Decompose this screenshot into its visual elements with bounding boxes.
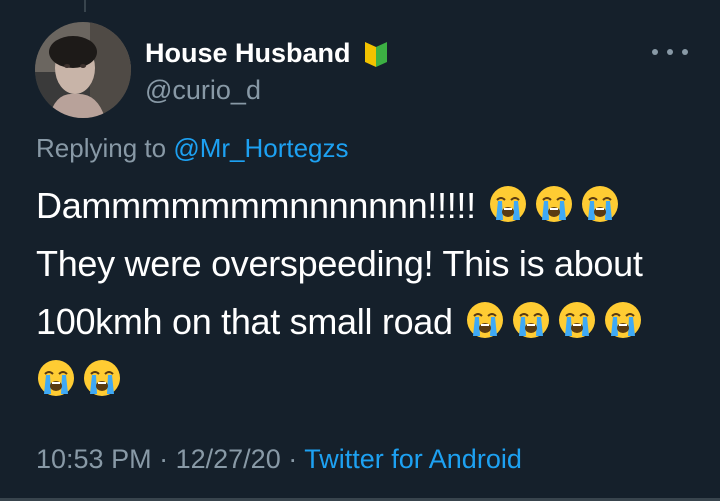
user-handle[interactable]: @curio_d: [145, 73, 261, 107]
tweet-text-line: 100kmh on that small road: [36, 293, 706, 351]
loudly-crying-face-icon: [580, 184, 620, 224]
meta-separator: ·: [159, 444, 169, 474]
loudly-crying-face-icon: [36, 358, 76, 398]
display-name[interactable]: House Husband: [145, 36, 351, 70]
replying-to-label: Replying to: [36, 133, 167, 163]
loudly-crying-face-icon: [534, 184, 574, 224]
user-name-row[interactable]: House Husband: [145, 36, 389, 70]
loudly-crying-face-icon: [465, 300, 505, 340]
tweet-text-segment: Dammmmmmmnnnnnnn!!!!!: [36, 185, 476, 226]
meta-separator: ·: [288, 444, 298, 474]
loudly-crying-face-icon: [488, 184, 528, 224]
tweet-card: House Husband @curio_d Replying to @Mr_H…: [0, 0, 720, 501]
tweet-time[interactable]: 10:53 PM: [36, 444, 152, 474]
loudly-crying-face-icon: [603, 300, 643, 340]
tweet-source-link[interactable]: Twitter for Android: [304, 444, 522, 474]
tweet-date[interactable]: 12/27/20: [176, 444, 281, 474]
loudly-crying-face-icon: [557, 300, 597, 340]
tweet-text-line: They were overspeeding! This is about: [36, 235, 706, 293]
tweet-text-segment: 100kmh on that small road: [36, 301, 453, 342]
tweet-text: Dammmmmmmnnnnnnn!!!!! They were overspee…: [36, 177, 706, 409]
more-options-button[interactable]: [652, 40, 688, 64]
loudly-crying-face-icon: [82, 358, 122, 398]
thread-connector-line: [84, 0, 86, 12]
tweet-text-line: [36, 351, 706, 409]
tweet-meta: 10:53 PM · 12/27/20 · Twitter for Androi…: [36, 442, 522, 476]
avatar[interactable]: [35, 22, 131, 118]
tweet-text-line: Dammmmmmmnnnnnnn!!!!!: [36, 177, 706, 235]
reply-mention-link[interactable]: @Mr_Hortegzs: [173, 133, 348, 163]
tweet-text-segment: They were overspeeding! This is about: [36, 243, 643, 284]
more-dot-icon: [682, 49, 688, 55]
loudly-crying-face-icon: [511, 300, 551, 340]
beginner-mark-icon: [363, 38, 389, 68]
more-dot-icon: [652, 49, 658, 55]
more-dot-icon: [667, 49, 673, 55]
replying-to-line: Replying to @Mr_Hortegzs: [36, 131, 349, 165]
